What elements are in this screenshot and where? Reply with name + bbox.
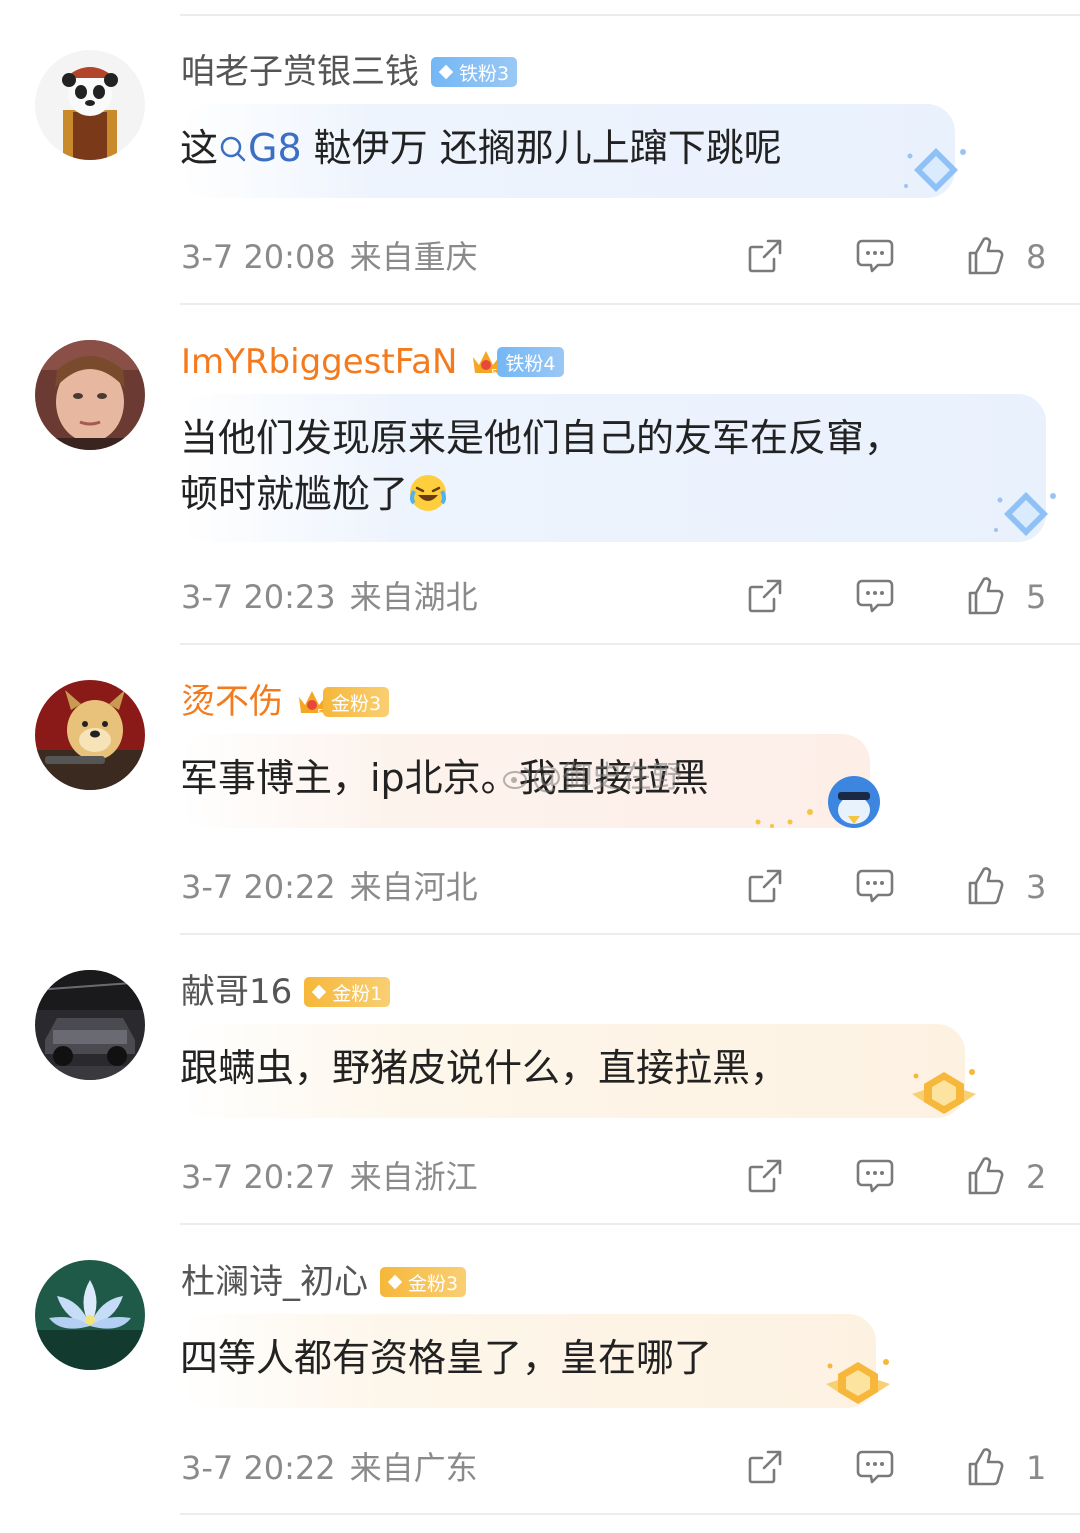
fan-badge[interactable]: 金粉1 (304, 977, 391, 1007)
penguin-sticker-icon (755, 776, 880, 828)
like-count: 2 (1026, 1158, 1047, 1196)
comment-divider (180, 1513, 1080, 1515)
comment-time: 3-7 20:27 (181, 1158, 336, 1196)
comment-bubble: 四等人都有资格皇了，皇在哪了 (180, 1314, 876, 1408)
fan-badge[interactable]: 金粉3 (380, 1267, 467, 1297)
gold-badge-decoration-icon (912, 1069, 976, 1114)
comment-divider (180, 643, 1080, 645)
comment-text: 跟螨虫，野猪皮说什么，直接拉黑， (180, 1046, 789, 1090)
like-count: 5 (1026, 578, 1047, 616)
comment-location: 来自重庆 (349, 238, 478, 276)
comment-icon[interactable] (854, 865, 896, 907)
comment-location: 来自浙江 (349, 1158, 478, 1196)
comment-meta: 3-7 20:08 来自重庆 (181, 237, 478, 277)
comment-divider (180, 933, 1080, 935)
comment-divider (180, 1223, 1080, 1225)
gem-icon (438, 64, 454, 80)
username[interactable]: 咱老子赏银三钱 (181, 50, 419, 94)
comment-bubble: 这 G8 鞑伊万 还搁那儿上蹿下跳呢 (180, 104, 955, 198)
comment-bubble: 跟螨虫，野猪皮说什么，直接拉黑， (180, 1024, 965, 1118)
diamond-decoration-icon (904, 148, 966, 192)
comment-icon[interactable] (854, 1446, 896, 1488)
comment-meta: 3-7 20:23 来自湖北 (181, 577, 478, 617)
comment-text-start: 这 (180, 126, 219, 170)
gem-icon (387, 1274, 403, 1290)
comment-icon[interactable] (854, 1155, 896, 1197)
like-count: 3 (1026, 868, 1047, 906)
share-icon[interactable] (744, 575, 786, 617)
avatar[interactable] (35, 1260, 145, 1370)
gold-badge-decoration-icon (826, 1359, 890, 1404)
avatar[interactable] (35, 50, 145, 160)
comment-location: 来自湖北 (349, 578, 478, 616)
laugh-cry-emoji (410, 475, 447, 511)
like-count: 1 (1026, 1449, 1047, 1487)
comment-time: 3-7 20:22 (181, 868, 336, 906)
diamond-decoration-icon (994, 492, 1056, 536)
comment-meta: 3-7 20:22 来自河北 (181, 867, 478, 907)
like-icon[interactable] (964, 575, 1006, 617)
like-icon[interactable] (964, 235, 1006, 277)
watermark: @御史在野 (502, 752, 682, 796)
username[interactable]: 杜澜诗_初心 (181, 1260, 368, 1304)
watermark-text: @御史在野 (532, 760, 682, 795)
weibo-logo-icon (503, 767, 531, 789)
comment-icon[interactable] (854, 235, 896, 277)
comment-meta: 3-7 20:27 来自浙江 (181, 1157, 478, 1197)
fan-badge-label: 金粉3 (331, 692, 382, 715)
name-row: 杜澜诗_初心 金粉3 (181, 1260, 467, 1304)
comment-text: 这 G8 鞑伊万 还搁那儿上蹿下跳呢 (180, 120, 933, 176)
comment-time: 3-7 20:08 (181, 238, 336, 276)
name-row: ImYRbiggestFaN 5 铁粉4 (181, 340, 564, 384)
fan-badge[interactable]: 金粉3 (323, 687, 390, 717)
comment-location: 来自河北 (349, 868, 478, 906)
username[interactable]: ImYRbiggestFaN (181, 340, 457, 384)
like-icon[interactable] (964, 1446, 1006, 1488)
comment-text-body: 当他们发现原来是他们自己的友军在反窜， 顿时就尴尬了 (180, 416, 903, 516)
username[interactable]: 献哥16 (181, 970, 292, 1014)
topic-link[interactable]: G8 (218, 126, 302, 170)
comment-divider (180, 303, 1080, 305)
fan-badge-label: 铁粉4 (505, 352, 556, 375)
share-icon[interactable] (744, 1155, 786, 1197)
username[interactable]: 烫不伤 (181, 680, 283, 724)
like-icon[interactable] (964, 1155, 1006, 1197)
avatar[interactable] (35, 340, 145, 450)
fan-badge-label: 金粉3 (408, 1272, 459, 1295)
comment-time: 3-7 20:23 (181, 578, 336, 616)
top-divider (180, 14, 1080, 16)
share-icon[interactable] (744, 865, 786, 907)
gem-icon (312, 984, 327, 1000)
search-icon (220, 136, 246, 162)
name-row: 烫不伤 5 金粉3 (181, 680, 390, 724)
fan-badge-label: 金粉1 (332, 982, 383, 1005)
avatar[interactable] (35, 970, 145, 1080)
comment-icon[interactable] (854, 575, 896, 617)
comment-bubble: 当他们发现原来是他们自己的友军在反窜， 顿时就尴尬了 (180, 394, 1046, 542)
name-row: 咱老子赏银三钱 铁粉3 (181, 50, 518, 94)
avatar[interactable] (35, 680, 145, 790)
comment-meta: 3-7 20:22 来自广东 (181, 1448, 478, 1488)
fan-badge[interactable]: 铁粉4 (497, 347, 564, 377)
comment-text: 四等人都有资格皇了，皇在哪了 (180, 1336, 713, 1380)
topic-label: G8 (248, 126, 302, 170)
comment-location: 来自广东 (349, 1449, 478, 1487)
share-icon[interactable] (744, 235, 786, 277)
comment-text-end: 鞑伊万 还搁那儿上蹿下跳呢 (301, 126, 782, 170)
fan-badge[interactable]: 铁粉3 (431, 57, 518, 87)
share-icon[interactable] (744, 1446, 786, 1488)
name-row: 献哥16 金粉1 (181, 970, 391, 1014)
comment-time: 3-7 20:22 (181, 1449, 336, 1487)
fan-badge-label: 铁粉3 (459, 62, 510, 85)
like-icon[interactable] (964, 865, 1006, 907)
comment-text: 当他们发现原来是他们自己的友军在反窜， 顿时就尴尬了 (180, 410, 1024, 522)
like-count: 8 (1026, 238, 1047, 276)
